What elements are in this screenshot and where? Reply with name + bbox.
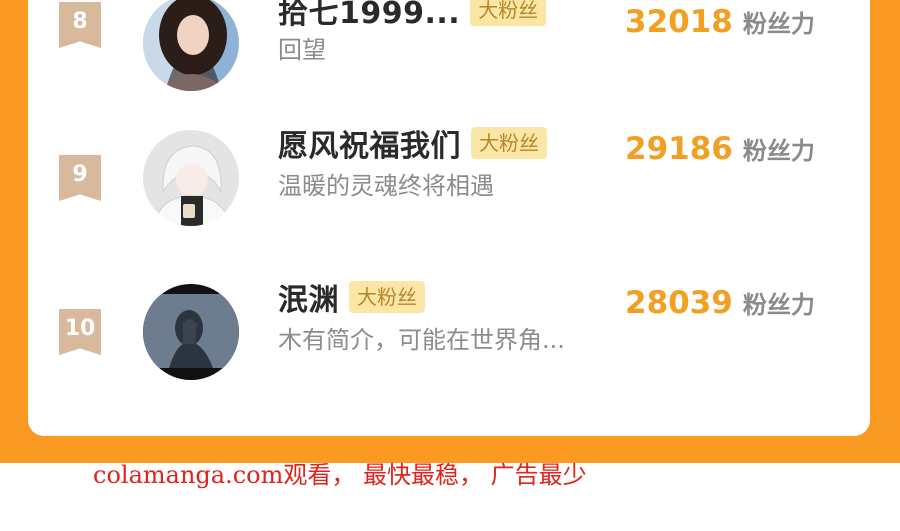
score-value: 32018 [625,4,733,40]
name-line: 拾七1999... 大粉丝 [278,0,547,32]
score-label: 粉丝力 [742,10,815,38]
rank-badge: 10 [59,309,101,355]
fan-level-badge: 大粉丝 [349,281,425,313]
avatar-anime-icon [143,130,239,226]
user-bio: 回望 [278,36,326,64]
fan-level-badge: 大粉丝 [471,127,547,159]
avatar[interactable] [143,130,239,226]
fan-power-score: 29186 粉丝力 [625,131,815,167]
score-label: 粉丝力 [742,137,815,165]
avatar[interactable] [143,0,239,91]
ad-watermark-text: colamanga.com观看， 最快最稳， 广告最少 [93,461,587,489]
score-label: 粉丝力 [742,291,815,319]
ranking-row-9[interactable]: 9 愿风祝福我们 大粉丝 温暖的灵魂终将相遇 29186 粉丝力 [28,121,870,226]
ranking-card: 8 拾七1999... 大粉丝 回望 32018 粉丝力 9 愿风祝福我们 大粉… [28,0,870,436]
rank-badge: 8 [59,2,101,48]
name-line: 愿风祝福我们 大粉丝 [278,121,547,165]
fan-level-badge: 大粉丝 [470,0,547,26]
user-bio: 温暖的灵魂终将相遇 [278,172,494,200]
rank-badge: 9 [59,155,101,201]
fan-power-score: 32018 粉丝力 [625,4,815,40]
ranking-row-8[interactable]: 8 拾七1999... 大粉丝 回望 32018 粉丝力 [28,0,870,91]
avatar[interactable] [143,284,239,380]
user-name[interactable]: 愿风祝福我们 [278,121,461,165]
user-bio: 木有简介，可能在世界角... [278,326,565,354]
score-value: 28039 [625,285,733,321]
score-value: 29186 [625,131,733,167]
ranking-row-10[interactable]: 10 泯渊 大粉丝 木有简介，可能在世界角... 28039 粉丝力 [28,275,870,380]
user-name[interactable]: 拾七1999... [278,0,460,32]
fan-power-score: 28039 粉丝力 [625,285,815,321]
user-name[interactable]: 泯渊 [278,275,339,319]
avatar-dark-scene-icon [143,284,239,380]
name-line: 泯渊 大粉丝 [278,275,425,319]
avatar-woman-icon [143,0,239,91]
